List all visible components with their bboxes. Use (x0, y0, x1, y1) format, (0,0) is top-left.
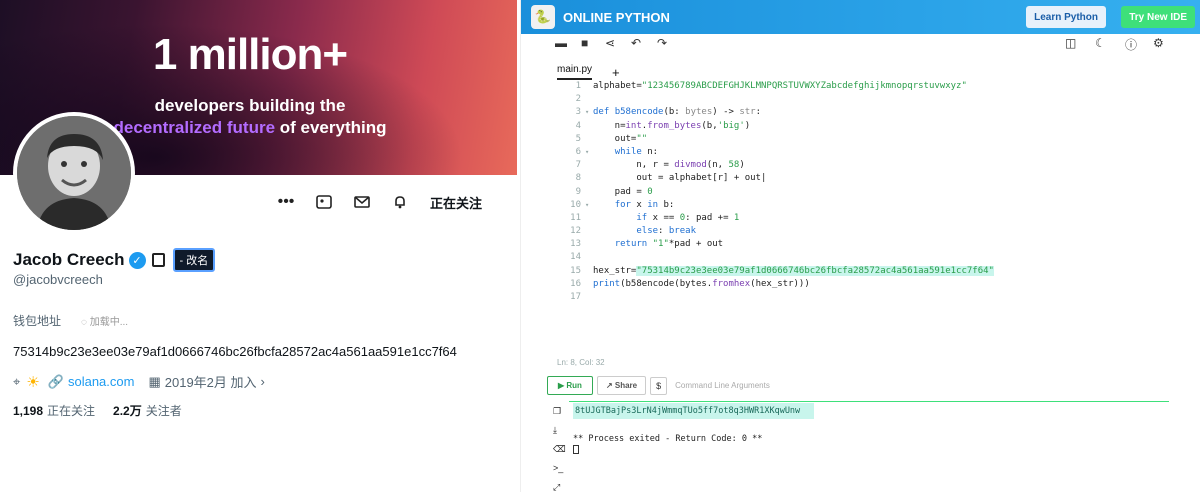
run-label: Run (566, 381, 582, 390)
profile-actions: ••• 正在关注 (274, 190, 482, 214)
ide-topbar: 🐍 ONLINE PYTHON Learn Python Try New IDE (521, 0, 1200, 34)
following-count: 1,198 (13, 404, 44, 418)
output-console[interactable]: 8tUJGTBajPs3LrN4jWmmqTUo5ff7ot8q3HWR1XKq… (573, 403, 815, 454)
cursor-status: Ln: 8, Col: 32 (557, 358, 605, 367)
download-icon[interactable]: ⤓ (553, 425, 567, 444)
followers-stat-label: 关注者 (145, 404, 182, 418)
share-icon[interactable]: ⋖ (605, 36, 615, 50)
save-icon[interactable]: ■ (581, 36, 588, 50)
banner-line2-rest: of everything (275, 118, 387, 137)
rename-button[interactable]: - 改名 (172, 248, 216, 272)
chevron-right-icon[interactable]: › (261, 374, 265, 389)
code-editor[interactable]: 1 alphabet="123456789ABCDEFGHJKLMNPQRSTUV… (557, 80, 1197, 304)
code-line: 9 pad = 0 (575, 186, 653, 197)
run-button[interactable]: ▶ Run (547, 376, 593, 395)
wallet-label[interactable]: 钱包地址 (13, 312, 61, 329)
name-row: Jacob Creech ✓ - 改名 (13, 248, 216, 272)
settings-gear-icon[interactable]: ⚙ (1153, 36, 1164, 50)
learn-python-button[interactable]: Learn Python (1026, 6, 1106, 28)
ide-toolbar: ▬ ■ ⋖ ↶ ↷ ◫ ☾ ⓘ ⚙ (521, 36, 1200, 54)
calendar-icon: ▦ (148, 373, 161, 389)
user-handle: @jacobvcreech (13, 272, 103, 287)
code-line: 13 return "1"*pad + out (570, 239, 724, 250)
following-stat[interactable]: 1,198 正在关注 (13, 402, 95, 419)
copy-icon[interactable]: ❐ (553, 406, 567, 425)
info-icon[interactable]: ⓘ (1125, 36, 1137, 53)
code-line: 17 (570, 292, 581, 302)
code-line: 12 else: break (570, 226, 696, 237)
clear-icon[interactable]: ⌫ (553, 444, 567, 463)
code-line: 16 print(b58encode(bytes.fromhex(hex_str)… (570, 278, 810, 289)
tab-main-py[interactable]: main.py (557, 64, 593, 80)
profile-meta: ⌖ ☀ 🔗 solana.com ▦ 2019年2月 加入 › (13, 372, 265, 391)
learn-python-label: Learn Python (1034, 11, 1098, 23)
terminal-icon[interactable]: >_ (553, 463, 567, 482)
dollar-icon[interactable]: $ (650, 376, 668, 395)
mail-icon[interactable] (350, 190, 374, 214)
try-new-ide-label: Try New IDE (1129, 11, 1187, 23)
loading-label: 加载中... (89, 317, 129, 328)
followers-count: 2.2万 (113, 404, 142, 418)
banner-highlight: decentralized future (113, 118, 276, 137)
more-icon[interactable]: ••• (274, 190, 298, 214)
code-line: 3 ▾ def b58encode(b: bytes) -> str: (575, 107, 762, 118)
banner-headline: 1 million+ (152, 30, 348, 79)
share-label: Share (614, 381, 638, 390)
redo-icon[interactable]: ↷ (657, 36, 667, 50)
output-divider (569, 401, 1169, 402)
document-icon[interactable] (151, 253, 165, 267)
expand-icon[interactable]: ⤢ (553, 482, 567, 492)
location-icon: ⌖ (13, 373, 21, 389)
profile-panel: 1 million+ developers building the decen… (0, 0, 517, 492)
code-line: 15 hex_str="75314b9c23e3ee03e79af1d066674… (570, 265, 994, 276)
try-new-ide-button[interactable]: Try New IDE (1121, 6, 1195, 28)
share-button[interactable]: ↗ Share (596, 376, 647, 395)
display-name: Jacob Creech (13, 250, 125, 269)
following-stat-label: 正在关注 (47, 404, 96, 418)
code-line: 2 (575, 94, 581, 105)
bell-icon[interactable] (388, 190, 412, 214)
output-exit: ** Process exited - Return Code: 0 ** (573, 434, 763, 444)
dark-mode-icon[interactable]: ☾ (1095, 36, 1106, 50)
wallet-row: 钱包地址 ◌ 加载中... (13, 312, 128, 329)
add-file-icon[interactable]: + (612, 65, 620, 80)
code-line: 11 if x == 0: pad += 1 (570, 212, 740, 223)
website-link[interactable]: solana.com (68, 374, 134, 389)
console-cursor (573, 445, 579, 454)
link-icon: 🔗 (47, 373, 64, 389)
code-line: 6 ▾ while n: (575, 146, 659, 157)
code-line: 4 n=int.from_bytes(b,'big') (575, 120, 751, 131)
ide-panel: 🐍 ONLINE PYTHON Learn Python Try New IDE… (520, 0, 1200, 492)
open-folder-icon[interactable]: ▬ (555, 36, 567, 50)
cla-input[interactable]: Command Line Arguments (675, 381, 770, 390)
verified-icon: ✓ (128, 251, 146, 269)
code-line: 7 n, r = divmod(n, 58) (575, 160, 745, 171)
code-line: 5 out="" (575, 133, 648, 144)
followers-stat[interactable]: 2.2万 关注者 (113, 402, 182, 419)
python-logo-icon[interactable]: 🐍 (531, 5, 555, 29)
ide-brand[interactable]: ONLINE PYTHON (563, 10, 670, 25)
layout-icon[interactable]: ◫ (1065, 36, 1076, 50)
code-line: 10 ▾ for x in b: (570, 199, 675, 210)
run-bar: ▶ Run ↗ Share $ Command Line Arguments (547, 376, 770, 395)
code-line: 8 out = alphabet[r] + out| (575, 173, 767, 184)
avatar[interactable] (13, 112, 135, 234)
loading-indicator: ◌ 加载中... (81, 317, 129, 328)
output-result: 8tUJGTBajPs3LrN4jWmmqTUo5ff7ot8q3HWR1XKq… (573, 403, 815, 419)
file-tabs: main.py + (557, 64, 620, 80)
undo-icon[interactable]: ↶ (631, 36, 641, 50)
output-side-icons: ❐ ⤓ ⌫ >_ ⤢ (553, 406, 567, 492)
wallet-hex: 75314b9c23e3ee03e79af1d0666746bc26fbcfa2… (13, 344, 457, 359)
gallery-icon[interactable] (312, 190, 336, 214)
joined-date: 2019年2月 加入 (164, 375, 257, 390)
profile-stats: 1,198 正在关注 2.2万 关注者 (13, 402, 182, 419)
following-button[interactable]: 正在关注 (430, 193, 482, 212)
code-line: 1 alphabet="123456789ABCDEFGHJKLMNPQRSTUV… (575, 81, 967, 91)
code-line: 14 (570, 252, 581, 263)
sun-icon: ☀ (26, 373, 40, 391)
